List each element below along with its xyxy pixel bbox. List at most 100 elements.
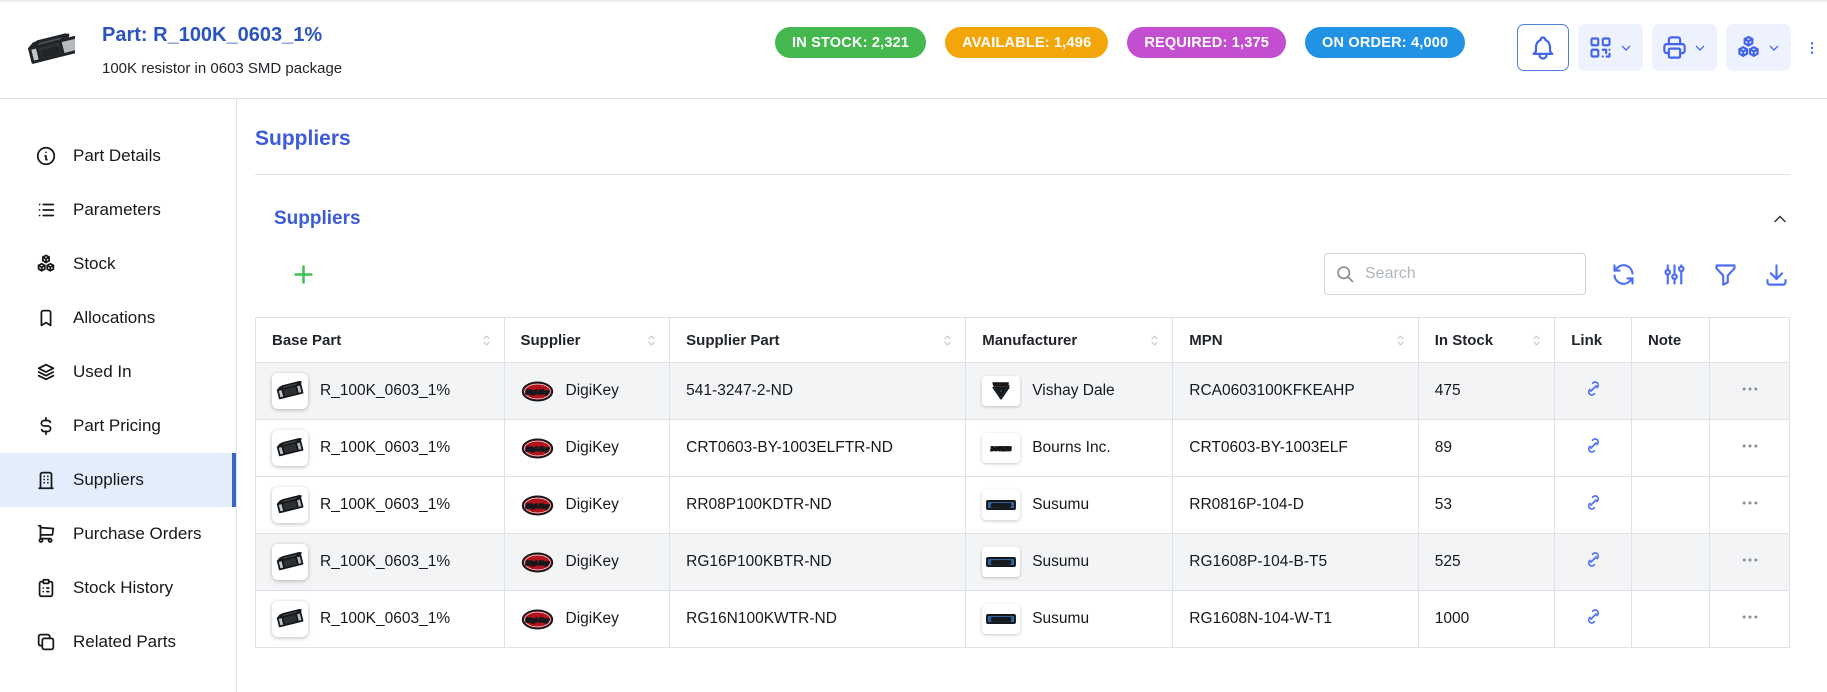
sort-icon[interactable] (1147, 333, 1162, 348)
sidebar-item[interactable]: Part Details (0, 129, 236, 183)
row-menu-button[interactable] (1737, 436, 1763, 456)
row-menu-button[interactable] (1737, 550, 1763, 570)
column-header[interactable]: Manufacturer (966, 318, 1173, 363)
collapse-panel-icon[interactable] (1770, 209, 1790, 229)
supplier-cell[interactable]: Digi-Key DigiKey (504, 420, 670, 477)
supplier-cell[interactable]: Digi-Key DigiKey (504, 477, 670, 534)
column-header-label: MPN (1189, 332, 1222, 349)
manufacturer-name: Susumu (1032, 610, 1089, 628)
supplier-part-cell[interactable]: CRT0603-BY-1003ELFTR-ND (670, 420, 966, 477)
row-menu-button[interactable] (1737, 493, 1763, 513)
supplier-part-number: RG16N100KWTR-ND (686, 610, 837, 627)
supplier-part-number: 541-3247-2-ND (686, 382, 793, 399)
column-header[interactable]: Supplier (504, 318, 670, 363)
supplier-part-cell[interactable]: RG16N100KWTR-ND (670, 591, 966, 648)
sort-icon[interactable] (479, 333, 494, 348)
manufacturer-cell[interactable]: BOURNS Bourns Inc. (966, 420, 1173, 477)
row-menu-button[interactable] (1737, 379, 1763, 399)
column-header-label: Base Part (272, 332, 341, 349)
sort-icon[interactable] (644, 333, 659, 348)
dropdown-button[interactable] (1652, 24, 1717, 71)
part-sidebar: Part Details Parameters Stock Allocation… (0, 99, 237, 692)
column-header[interactable]: MPN (1173, 318, 1418, 363)
manufacturer-cell[interactable]: SUSUMU Susumu (966, 534, 1173, 591)
table-row[interactable]: R_100K_0603_1% Digi-Key DigiKey RR08P100… (256, 477, 1790, 534)
dropdown-button[interactable] (1578, 24, 1643, 71)
row-menu-button[interactable] (1737, 607, 1763, 627)
refresh-button[interactable] (1610, 261, 1637, 288)
download-button[interactable] (1763, 261, 1790, 288)
base-part-cell[interactable]: R_100K_0603_1% (256, 363, 505, 420)
sidebar-item[interactable]: Stock (0, 237, 236, 291)
manufacturer-logo-tile: BOURNS (982, 433, 1020, 463)
column-header[interactable]: In Stock (1418, 318, 1555, 363)
panel-title: Suppliers (274, 208, 361, 230)
search-input[interactable] (1365, 265, 1575, 283)
link-icon[interactable] (1583, 606, 1604, 627)
sort-icon[interactable] (940, 333, 955, 348)
sidebar-item-label: Part Pricing (73, 416, 161, 436)
supplier-logo: Digi-Key (521, 552, 554, 573)
filter-button[interactable] (1712, 261, 1739, 288)
sidebar-item[interactable]: Stock History (0, 561, 236, 615)
note-cell (1631, 534, 1709, 591)
supplier-part-number: RR08P100KDTR-ND (686, 496, 832, 513)
sidebar-item[interactable]: Parameters (0, 183, 236, 237)
table-row[interactable]: R_100K_0603_1% Digi-Key DigiKey 541-3247… (256, 363, 1790, 420)
row-actions-cell (1710, 591, 1790, 648)
column-header[interactable] (1710, 318, 1790, 363)
base-part-cell[interactable]: R_100K_0603_1% (256, 534, 505, 591)
supplier-part-cell[interactable]: RG16P100KBTR-ND (670, 534, 966, 591)
link-icon[interactable] (1583, 549, 1604, 570)
supplier-cell[interactable]: Digi-Key DigiKey (504, 534, 670, 591)
supplier-cell[interactable]: Digi-Key DigiKey (504, 363, 670, 420)
sidebar-item-label: Stock History (73, 578, 173, 598)
mpn-cell: RCA0603100KFKEAHP (1173, 363, 1418, 420)
manufacturer-cell[interactable]: SUSUMU Susumu (966, 591, 1173, 648)
manufacturer-name: Susumu (1032, 496, 1089, 514)
manufacturer-logo: SUSUMU (984, 606, 1018, 632)
column-header[interactable]: Base Part (256, 318, 505, 363)
sort-icon[interactable] (1529, 333, 1544, 348)
link-icon[interactable] (1583, 435, 1604, 456)
sidebar-item[interactable]: Related Parts (0, 615, 236, 669)
dropdown-button[interactable] (1726, 24, 1791, 71)
table-row[interactable]: R_100K_0603_1% Digi-Key DigiKey CRT0603-… (256, 420, 1790, 477)
supplier-cell[interactable]: Digi-Key DigiKey (504, 591, 670, 648)
base-part-cell[interactable]: R_100K_0603_1% (256, 420, 505, 477)
sidebar-item-icon (35, 523, 57, 545)
link-icon[interactable] (1583, 492, 1604, 513)
column-header[interactable]: Link (1555, 318, 1632, 363)
sidebar-item[interactable]: Part Pricing (0, 399, 236, 453)
table-toolbar (255, 253, 1790, 295)
page-title[interactable]: Part: R_100K_0603_1% (102, 24, 342, 47)
sidebar-item[interactable]: Purchase Orders (0, 507, 236, 561)
base-part-cell[interactable]: R_100K_0603_1% (256, 591, 505, 648)
supplier-part-cell[interactable]: 541-3247-2-ND (670, 363, 966, 420)
adjustments-button[interactable] (1661, 261, 1688, 288)
column-header[interactable]: Supplier Part (670, 318, 966, 363)
notifications-button[interactable] (1517, 24, 1569, 71)
manufacturer-name: Vishay Dale (1032, 382, 1114, 400)
add-supplier-part-button[interactable] (290, 261, 317, 288)
svg-text:BOURNS: BOURNS (990, 447, 1012, 452)
base-part-cell[interactable]: R_100K_0603_1% (256, 477, 505, 534)
sidebar-item[interactable]: Allocations (0, 291, 236, 345)
sort-icon[interactable] (1393, 333, 1408, 348)
link-icon[interactable] (1583, 378, 1604, 399)
search-icon (1335, 264, 1356, 285)
sidebar-item[interactable]: Used In (0, 345, 236, 399)
sidebar-item-label: Part Details (73, 146, 161, 166)
overflow-menu-button[interactable] (1804, 29, 1820, 67)
search-box[interactable] (1324, 253, 1586, 295)
supplier-part-cell[interactable]: RR08P100KDTR-ND (670, 477, 966, 534)
sidebar-item[interactable]: Suppliers (0, 453, 236, 507)
table-row[interactable]: R_100K_0603_1% Digi-Key DigiKey RG16P100… (256, 534, 1790, 591)
manufacturer-cell[interactable]: VISHAY. Vishay Dale (966, 363, 1173, 420)
link-cell (1555, 420, 1632, 477)
column-header[interactable]: Note (1631, 318, 1709, 363)
manufacturer-logo-tile: SUSUMU (982, 547, 1020, 577)
manufacturer-cell[interactable]: SUSUMU Susumu (966, 477, 1173, 534)
row-actions-cell (1710, 534, 1790, 591)
table-row[interactable]: R_100K_0603_1% Digi-Key DigiKey RG16N100… (256, 591, 1790, 648)
